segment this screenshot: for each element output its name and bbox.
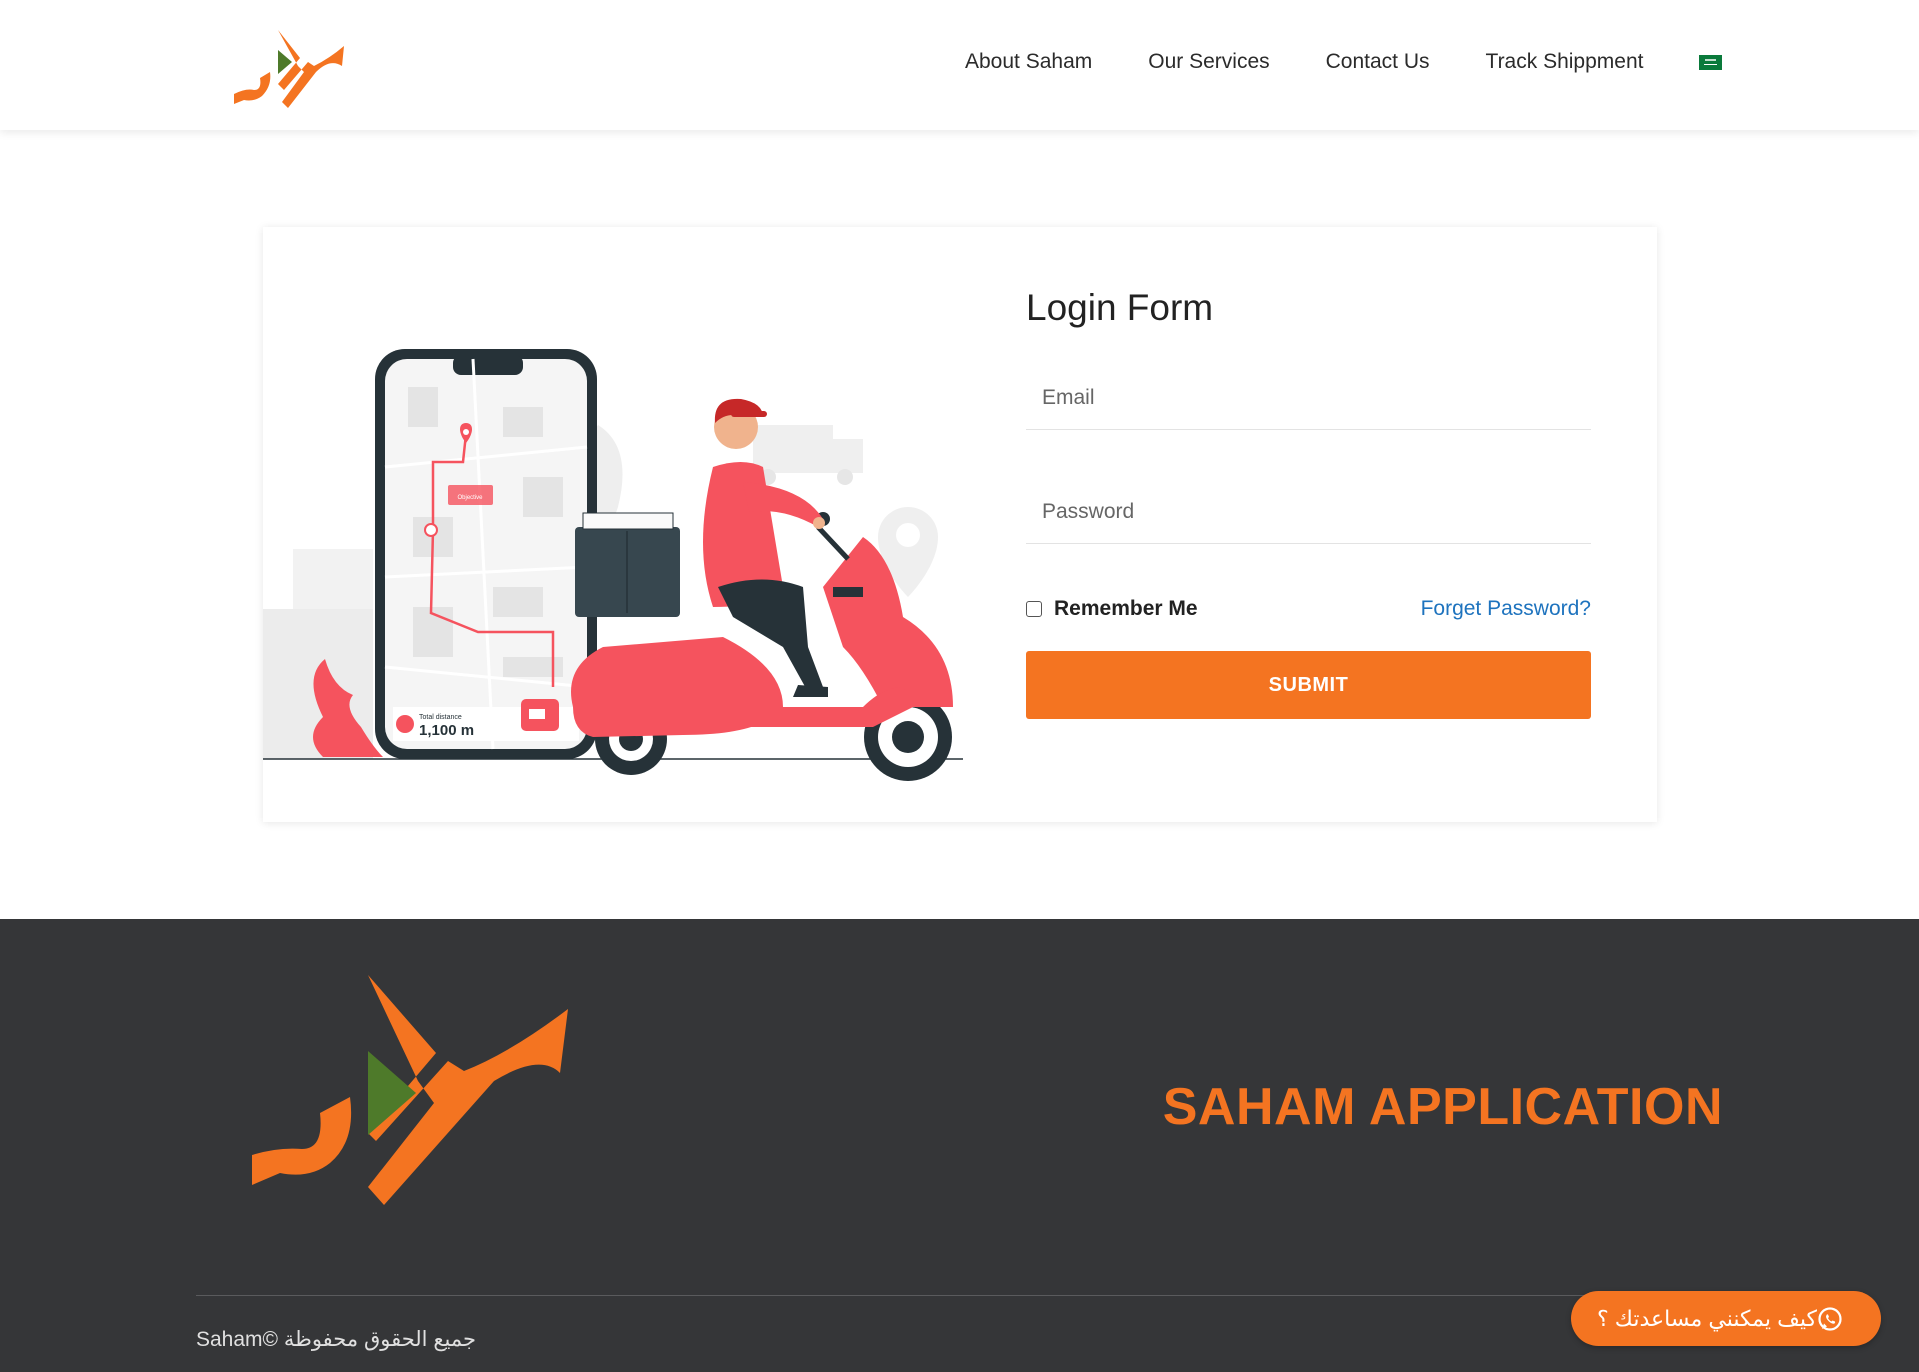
nav-track-shipment[interactable]: Track Shippment bbox=[1486, 50, 1644, 74]
copyright-text: Saham© جميع الحقوق محفوظة bbox=[196, 1328, 476, 1351]
login-card: Objective Total distance 1,100 m Login F… bbox=[263, 227, 1657, 822]
email-input[interactable] bbox=[1026, 369, 1591, 427]
main-nav: About Saham Our Services Contact Us Trac… bbox=[965, 50, 1723, 74]
login-form-title: Login Form bbox=[1026, 287, 1214, 328]
remember-row: Remember Me Forget Password? bbox=[1026, 589, 1591, 629]
login-form: Login Form Remember Me Forget Password? … bbox=[1026, 287, 1591, 719]
delivery-illustration: Objective Total distance 1,100 m bbox=[263, 349, 963, 781]
password-input[interactable] bbox=[1026, 483, 1591, 541]
nav-about-saham[interactable]: About Saham bbox=[965, 50, 1092, 74]
nav-our-services[interactable]: Our Services bbox=[1148, 50, 1269, 74]
saham-logo[interactable] bbox=[232, 28, 348, 110]
password-field-wrapper bbox=[1026, 483, 1591, 544]
nav-contact-us[interactable]: Contact Us bbox=[1326, 50, 1430, 74]
site-header: About Saham Our Services Contact Us Trac… bbox=[0, 0, 1919, 130]
distance-value: 1,100 m bbox=[419, 722, 474, 739]
objective-tag: Objective bbox=[457, 495, 483, 501]
footer-divider bbox=[196, 1295, 1724, 1296]
forget-password-link[interactable]: Forget Password? bbox=[1421, 597, 1591, 621]
whatsapp-label[interactable]: كيف يمكنني مساعدتك ؟ bbox=[1597, 1306, 1817, 1332]
saham-footer-logo bbox=[252, 975, 568, 1205]
whatsapp-icon bbox=[1818, 1306, 1842, 1331]
remember-me-checkbox[interactable] bbox=[1026, 601, 1042, 617]
remember-me-control[interactable]: Remember Me bbox=[1026, 597, 1198, 621]
email-field-wrapper bbox=[1026, 369, 1591, 430]
total-distance-label: Total distance bbox=[419, 714, 462, 721]
remember-me-label[interactable]: Remember Me bbox=[1054, 597, 1198, 621]
submit-button[interactable]: SUBMIT bbox=[1026, 651, 1591, 719]
footer-app-title: SAHAM APPLICATION bbox=[1162, 1078, 1723, 1136]
whatsapp-chat-button[interactable]: كيف يمكنني مساعدتك ؟ bbox=[1571, 1291, 1881, 1346]
saudi-flag-icon[interactable] bbox=[1699, 54, 1723, 70]
